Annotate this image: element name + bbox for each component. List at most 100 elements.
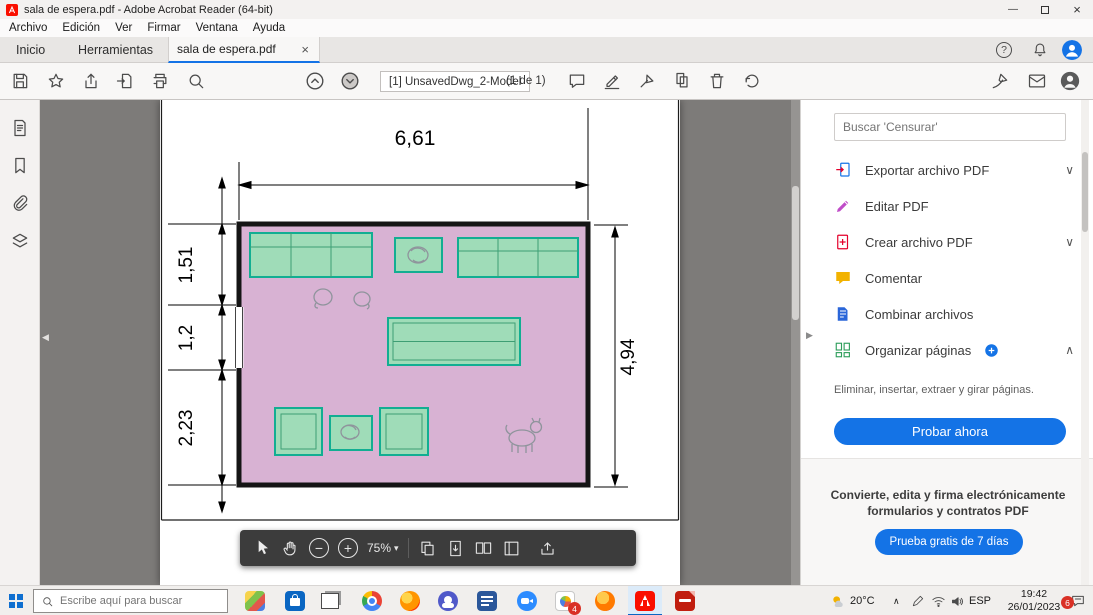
attachments-button[interactable] [7,190,33,216]
scroll-view-button[interactable] [446,539,465,558]
language-label: ESP [969,595,992,607]
taskbar-app-photos[interactable]: 4 [548,586,582,615]
share-button[interactable] [78,68,104,94]
highlighter-icon [604,75,620,90]
menu-ver[interactable]: Ver [115,22,132,34]
profile-button[interactable] [1057,68,1083,94]
menu-ventana[interactable]: Ventana [196,22,238,34]
help-icon[interactable]: ? [996,42,1012,58]
zoom-out-button[interactable]: − [309,538,329,558]
clock-widget[interactable]: 19:42 26/01/2023 [1002,588,1066,614]
taskbar-app-image[interactable] [238,586,272,615]
tray-overflow-button[interactable]: ∧ [893,586,900,615]
tray-pen-button[interactable] [911,586,925,615]
panel-scrollbar[interactable] [1081,100,1089,585]
page-indicator: (1 de 1) [506,75,546,87]
menu-archivo[interactable]: Archivo [9,22,47,34]
taskbar-app-chrome[interactable] [355,586,389,615]
find-button[interactable] [183,68,209,94]
chevron-up-icon[interactable]: ∧ [1065,343,1074,357]
weather-widget[interactable]: 20°C [830,586,875,615]
taskbar-app-acrobat[interactable] [628,586,662,615]
taskbar-search-input[interactable] [60,595,220,607]
document-tab[interactable]: sala de espera.pdf × [168,37,320,63]
minimize-button[interactable]: — [997,0,1029,19]
taskbar-app-word[interactable] [470,586,504,615]
two-page-view-button[interactable] [474,539,493,558]
tab-inicio[interactable]: Inicio [6,37,55,63]
floor-plan-drawing [160,100,680,521]
action-center-button[interactable]: 6 [1061,586,1086,615]
tool-combinar-archivos[interactable]: Combinar archivos [834,296,1074,332]
language-indicator[interactable]: ESP [969,586,991,615]
hand-tool-button[interactable] [281,539,300,558]
menu-firmar[interactable]: Firmar [147,22,180,34]
rotate-pages-button[interactable] [739,68,765,94]
collapse-right-pane-button[interactable]: ▶ [806,330,813,341]
delete-pages-button[interactable] [704,68,730,94]
restore-button[interactable] [1029,0,1061,19]
taskbar-app-taskview[interactable] [313,586,347,615]
save-button[interactable] [7,68,33,94]
tools-search-input[interactable] [843,120,1057,134]
fullscreen-button[interactable] [502,539,521,558]
send-email-button[interactable] [1024,68,1050,94]
layers-button[interactable] [7,228,33,254]
print-button[interactable] [147,68,173,94]
pages-button[interactable] [669,68,695,94]
comment-button[interactable] [564,68,590,94]
page-thumbnails-button[interactable] [7,115,33,141]
share-screen-button[interactable] [538,539,557,558]
time-label: 19:42 [1020,588,1048,600]
panel-scrollbar-thumb[interactable] [1082,152,1088,232]
tool-exportar-pdf[interactable]: Exportar archivo PDF ∨ [834,152,1074,188]
page-up-icon [306,72,324,90]
document-scrollbar[interactable] [791,100,800,585]
sign-button[interactable] [634,68,660,94]
taskbar-app-orange[interactable] [588,586,622,615]
promo-section: Convierte, edita y firma electrónicament… [801,458,1093,585]
account-avatar[interactable] [1062,40,1082,60]
zoom-level-select[interactable]: 75% ▾ [367,541,399,555]
copy-page-button[interactable] [418,539,437,558]
pages-icon [676,72,688,88]
close-button[interactable]: × [1061,0,1093,19]
notifications-bell-icon[interactable] [1031,41,1049,59]
menu-edicion[interactable]: Edición [62,22,100,34]
dimension-label-right: 4,94 [618,338,639,376]
bookmarks-button[interactable] [7,153,33,179]
tab-herramientas[interactable]: Herramientas [68,37,163,63]
volume-icon [952,596,964,606]
menu-ayuda[interactable]: Ayuda [253,22,285,34]
zoom-in-button[interactable]: + [338,538,358,558]
favorite-button[interactable] [43,68,69,94]
chevron-down-icon[interactable]: ∨ [1065,163,1074,177]
select-tool-button[interactable] [252,538,272,558]
try-now-button[interactable]: Probar ahora [834,418,1066,445]
taskbar-app-store[interactable] [278,586,312,615]
add-shortcut-icon[interactable] [984,343,999,358]
tool-organizar-paginas[interactable]: Organizar páginas ∧ [834,332,1074,368]
previous-page-button[interactable] [302,68,328,94]
taskbar-app-firefox[interactable] [393,586,427,615]
export-button[interactable] [112,68,138,94]
taskbar-app-adobe-pdf[interactable] [668,586,702,615]
tray-volume-button[interactable] [950,586,965,615]
taskbar-search-box[interactable] [33,589,228,613]
chevron-down-icon[interactable]: ∨ [1065,235,1074,249]
tab-close-icon[interactable]: × [299,42,311,57]
tools-search-box[interactable] [834,113,1066,141]
tray-network-button[interactable] [931,586,946,615]
tool-crear-pdf[interactable]: Crear archivo PDF ∨ [834,224,1074,260]
start-button[interactable] [0,586,32,615]
highlight-button[interactable] [599,68,625,94]
collapse-left-pane-button[interactable]: ◀ [42,332,49,343]
scrollbar-thumb[interactable] [792,186,799,320]
tool-comentar[interactable]: Comentar [834,260,1074,296]
next-page-button[interactable] [337,68,363,94]
taskbar-app-teams[interactable] [431,586,465,615]
free-trial-button[interactable]: Prueba gratis de 7 días [875,529,1023,555]
tool-editar-pdf[interactable]: Editar PDF [834,188,1074,224]
taskbar-app-zoom[interactable] [510,586,544,615]
fill-sign-button[interactable] [987,68,1013,94]
